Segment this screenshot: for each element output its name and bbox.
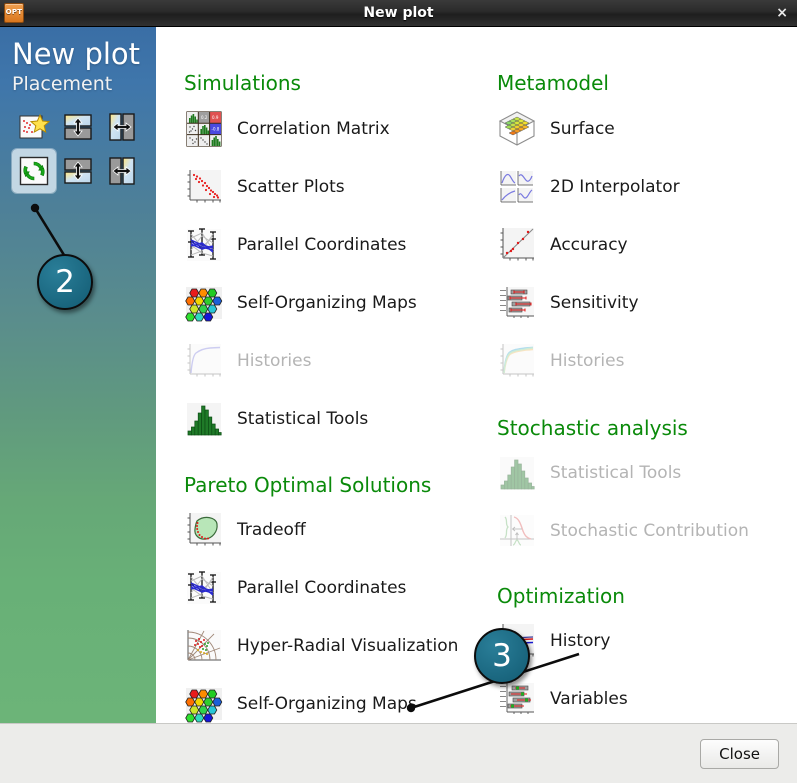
parallel-coordinates-icon (184, 568, 224, 608)
statistical-tools-icon (184, 399, 224, 439)
callout-3-label: 3 (492, 637, 512, 674)
section-heading-stochastic: Stochastic analysis (497, 416, 688, 440)
new-plot-star-icon (18, 111, 50, 143)
accuracy-icon (497, 225, 537, 265)
simulations-self-organizing-maps[interactable]: Self-Organizing Maps (184, 281, 484, 325)
new-plot-dialog: OPT New plot × New plot Placement 2 Simu… (0, 0, 797, 783)
split-right-icon (106, 155, 138, 187)
optimization-history[interactable]: History (497, 619, 797, 663)
simulations-correlation-matrix[interactable]: 0.2 0.9 -0.8 Correlation Matrix (184, 107, 484, 151)
close-button[interactable]: Close (700, 738, 779, 769)
placement-grid (12, 105, 144, 194)
pareto-parallel-coordinates[interactable]: Parallel Coordinates (184, 566, 484, 610)
stochastic-contribution: Stochastic Contribution (497, 509, 797, 553)
svg-text:0.9: 0.9 (212, 115, 219, 120)
sidebar-title: New plot (12, 37, 141, 71)
item-label: Statistical Tools (550, 463, 682, 483)
simulations-histories: Histories (184, 339, 484, 383)
placement-split-vertical-left[interactable] (100, 105, 144, 149)
item-label: Histories (237, 351, 312, 371)
item-label: Scatter Plots (237, 177, 345, 197)
pareto-hyper-radial-visualization[interactable]: Hyper-Radial Visualization (184, 624, 484, 668)
scatter-plot-icon (184, 167, 224, 207)
dialog-footer: Close (0, 723, 797, 783)
sidebar: New plot Placement 2 (0, 27, 156, 723)
svg-text:0.2: 0.2 (201, 115, 208, 120)
metamodel-2d-interpolator[interactable]: 2D Interpolator (497, 165, 797, 209)
item-label: Statistical Tools (237, 409, 369, 429)
item-label: Self-Organizing Maps (237, 694, 417, 714)
statistical-tools-icon (497, 453, 537, 493)
item-label: Self-Organizing Maps (237, 293, 417, 313)
callout-3: 3 (474, 628, 530, 684)
item-label: Sensitivity (550, 293, 639, 313)
split-left-icon (106, 111, 138, 143)
placement-new-window[interactable] (12, 105, 56, 149)
item-label: History (550, 631, 611, 651)
parallel-coordinates-icon (184, 225, 224, 265)
section-heading-metamodel: Metamodel (497, 71, 609, 95)
correlation-matrix-icon: 0.2 0.9 -0.8 (184, 109, 224, 149)
metamodel-accuracy[interactable]: Accuracy (497, 223, 797, 267)
optimization-variables[interactable]: Variables (497, 677, 797, 721)
close-icon[interactable]: × (776, 6, 788, 20)
pareto-self-organizing-maps[interactable]: Self-Organizing Maps (184, 682, 484, 723)
pareto-tradeoff[interactable]: Tradeoff (184, 508, 484, 552)
simulations-parallel-coordinates[interactable]: Parallel Coordinates (184, 223, 484, 267)
callout-2: 2 (37, 254, 93, 310)
item-label: Hyper-Radial Visualization (237, 636, 459, 656)
item-label: Parallel Coordinates (237, 235, 407, 255)
metamodel-histories: Histories (497, 339, 797, 383)
item-label: 2D Interpolator (550, 177, 680, 197)
metamodel-sensitivity[interactable]: Sensitivity (497, 281, 797, 325)
surface-3d-icon (497, 109, 537, 149)
item-label: Tradeoff (237, 520, 306, 540)
placement-split-vertical-right[interactable] (100, 149, 144, 193)
simulations-scatter-plots[interactable]: Scatter Plots (184, 165, 484, 209)
self-organizing-maps-icon (184, 684, 224, 723)
simulations-statistical-tools[interactable]: Statistical Tools (184, 397, 484, 441)
interpolator-2d-icon (497, 167, 537, 207)
stochastic-statistical-tools: Statistical Tools (497, 451, 797, 495)
sidebar-subtitle: Placement (12, 73, 113, 96)
split-top-icon (62, 111, 94, 143)
svg-text:-0.8: -0.8 (212, 127, 220, 132)
optimization-variables-icon (497, 679, 537, 719)
hyper-radial-icon (184, 626, 224, 666)
placement-split-horizontal-top[interactable] (56, 105, 100, 149)
callout-2-label: 2 (55, 263, 75, 300)
plot-type-panel: Simulations 0.2 0.9 -0.8 Correlation Mat… (156, 27, 797, 723)
sensitivity-icon (497, 283, 537, 323)
split-bottom-icon (62, 155, 94, 187)
item-label: Surface (550, 119, 615, 139)
placement-split-horizontal-bottom[interactable] (56, 149, 100, 193)
placement-replace[interactable] (12, 149, 56, 194)
opt-app-icon: OPT (4, 3, 24, 23)
item-label: Accuracy (550, 235, 628, 255)
histories-icon (184, 341, 224, 381)
replace-refresh-icon (18, 155, 50, 187)
self-organizing-maps-icon (184, 283, 224, 323)
app-icon-label: OPT (5, 8, 23, 16)
dialog-body: New plot Placement 2 Simulations 0.2 0.9… (0, 27, 797, 723)
section-heading-optimization: Optimization (497, 584, 625, 608)
section-heading-pareto: Pareto Optimal Solutions (184, 473, 432, 497)
section-heading-simulations: Simulations (184, 71, 301, 95)
item-label: Correlation Matrix (237, 119, 390, 139)
item-label: Stochastic Contribution (550, 521, 749, 541)
stochastic-contribution-icon (497, 511, 537, 551)
metamodel-surface[interactable]: Surface (497, 107, 797, 151)
tradeoff-icon (184, 510, 224, 550)
item-label: Parallel Coordinates (237, 578, 407, 598)
item-label: Histories (550, 351, 625, 371)
histories-multi-icon (497, 341, 537, 381)
window-title: New plot (363, 5, 434, 21)
title-bar: OPT New plot × (0, 0, 797, 27)
item-label: Variables (550, 689, 628, 709)
